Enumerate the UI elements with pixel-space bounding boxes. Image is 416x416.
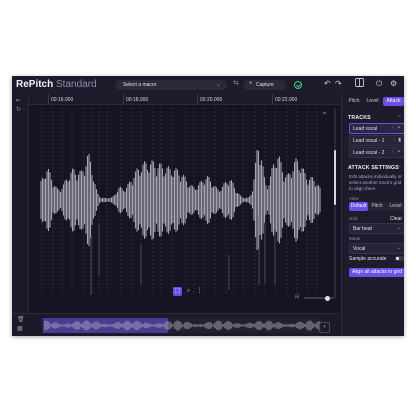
view-option-level[interactable]: Level <box>386 202 404 211</box>
tab-level[interactable]: Level <box>364 97 381 106</box>
undo-icon[interactable]: ↶ <box>324 79 331 88</box>
time-tick: 00:20.000 <box>196 94 223 104</box>
swap-icon[interactable]: ⇆ <box>233 79 239 87</box>
chevron-down-icon: ⌄ <box>215 82 221 88</box>
brand-name: RePitch <box>16 79 54 90</box>
view-segmented-control: Default Pitch Level <box>349 202 404 211</box>
waveform-editor[interactable]: 00:16.000 00:18.000 00:20.000 00:22.000 … <box>29 94 340 313</box>
chevron-down-icon: ⌄ <box>396 225 401 231</box>
trash-icon[interactable]: 🗑 <box>17 316 25 323</box>
zoom-out-icon[interactable]: ⊟ <box>295 294 299 300</box>
track-lane[interactable] <box>29 105 340 313</box>
repitch-window: RePitch Standard Select a macro ⌄ ⇆ + Ca… <box>12 76 404 336</box>
capture-button[interactable]: + Capture <box>243 80 286 90</box>
plus-icon: + <box>249 81 253 87</box>
chevron-right-icon[interactable]: › <box>319 322 330 333</box>
time-tick: 00:22.000 <box>271 94 298 104</box>
macro-select[interactable]: Select a macro ⌄ <box>115 80 227 90</box>
grid-label: Grid <box>349 216 358 221</box>
track-item[interactable]: Lead vocal - 1 ⋮ ▮ <box>349 135 404 146</box>
overview-bar: 🗑 ▦ › <box>12 313 340 336</box>
track-controls-icon[interactable]: ⋮ ⚬ <box>390 149 401 155</box>
track-controls-icon[interactable]: ⋮ ▮ <box>392 137 401 143</box>
minus-icon[interactable]: − <box>397 164 401 170</box>
tracks-heading: TRACKS <box>348 115 371 121</box>
side-panel: Pitch Level Attack TRACKS − Lead vocal ⋮… <box>341 94 404 336</box>
brand-edition: Standard <box>56 79 97 90</box>
attack-description: Edit attacks individually or select anot… <box>349 174 402 191</box>
overview-waveform[interactable] <box>41 318 322 333</box>
ruler-icon[interactable]: ⋮ <box>195 287 204 296</box>
minus-icon[interactable]: − <box>397 114 401 120</box>
track-name: Lead vocal <box>353 126 378 132</box>
align-attacks-button[interactable]: Align all attacks to grid <box>349 268 404 277</box>
arrow-left-icon[interactable]: ⇤ <box>16 97 21 104</box>
loop-icon[interactable]: ↻ <box>16 106 21 113</box>
grid-value: Bar beat <box>353 226 372 232</box>
grid-select[interactable]: Bar beat ⌄ <box>349 223 404 234</box>
waveform-display <box>40 107 321 295</box>
time-tick: 00:18.000 <box>122 94 149 104</box>
attack-settings-heading: ATTACK SETTINGS <box>348 165 399 171</box>
panel-tabs: Pitch Level Attack <box>346 97 404 106</box>
view-option-pitch[interactable]: Pitch <box>368 202 386 211</box>
gear-icon[interactable]: ⚙ <box>390 79 397 88</box>
track-item[interactable]: Lead vocal ⋮ ⚬ <box>349 123 404 134</box>
track-name: Lead vocal - 2 <box>353 150 385 156</box>
grid-icon[interactable]: ▦ <box>17 325 23 332</box>
sample-accurate-label: Sample accurate <box>349 256 387 262</box>
track-item[interactable]: Lead vocal - 2 ⋮ ⚬ <box>349 147 404 158</box>
sample-accurate-row: Sample accurate <box>349 256 404 262</box>
mode-select[interactable]: Vocal ⌄ <box>349 243 404 254</box>
tab-pitch[interactable]: Pitch <box>346 97 362 106</box>
waveform-shape <box>40 150 321 250</box>
view-label: View <box>349 196 359 201</box>
power-icon[interactable]: ⏻ <box>376 79 382 89</box>
tab-attack[interactable]: Attack <box>383 97 404 106</box>
mode-value: Vocal <box>353 246 366 252</box>
chevron-down-icon: ⌄ <box>396 245 401 251</box>
redo-icon[interactable]: ↷ <box>335 79 342 88</box>
time-tick: 00:16.000 <box>47 94 74 104</box>
track-controls-icon[interactable]: ⋮ ⚬ <box>390 125 401 131</box>
sample-accurate-toggle[interactable] <box>395 256 404 261</box>
mode-label: Mode <box>349 236 361 241</box>
view-option-default[interactable]: Default <box>349 202 368 211</box>
zoom-slider[interactable] <box>304 295 334 301</box>
timeline-ruler[interactable]: 00:16.000 00:18.000 00:20.000 00:22.000 <box>29 94 340 105</box>
track-name: Lead vocal - 1 <box>353 138 385 144</box>
select-tool-icon[interactable]: ⬚ <box>173 287 182 296</box>
lane-label: lv. <box>323 110 327 115</box>
capture-label: Capture <box>256 82 274 88</box>
left-gutter: ⇤ ↻ <box>12 94 29 313</box>
macro-select-label: Select a macro <box>123 82 157 88</box>
vertical-scrollbar[interactable] <box>334 150 336 205</box>
status-ok-icon <box>294 81 302 89</box>
overview-wave <box>44 320 320 331</box>
layout-icon[interactable] <box>355 78 364 89</box>
app-title: RePitch Standard <box>16 79 97 90</box>
magnifier-icon[interactable]: ⌕ <box>184 287 193 296</box>
top-bar: RePitch Standard Select a macro ⌄ ⇆ + Ca… <box>12 76 404 95</box>
zoom-slider-knob[interactable] <box>325 295 330 301</box>
clear-grid-button[interactable]: Clear <box>390 216 402 222</box>
